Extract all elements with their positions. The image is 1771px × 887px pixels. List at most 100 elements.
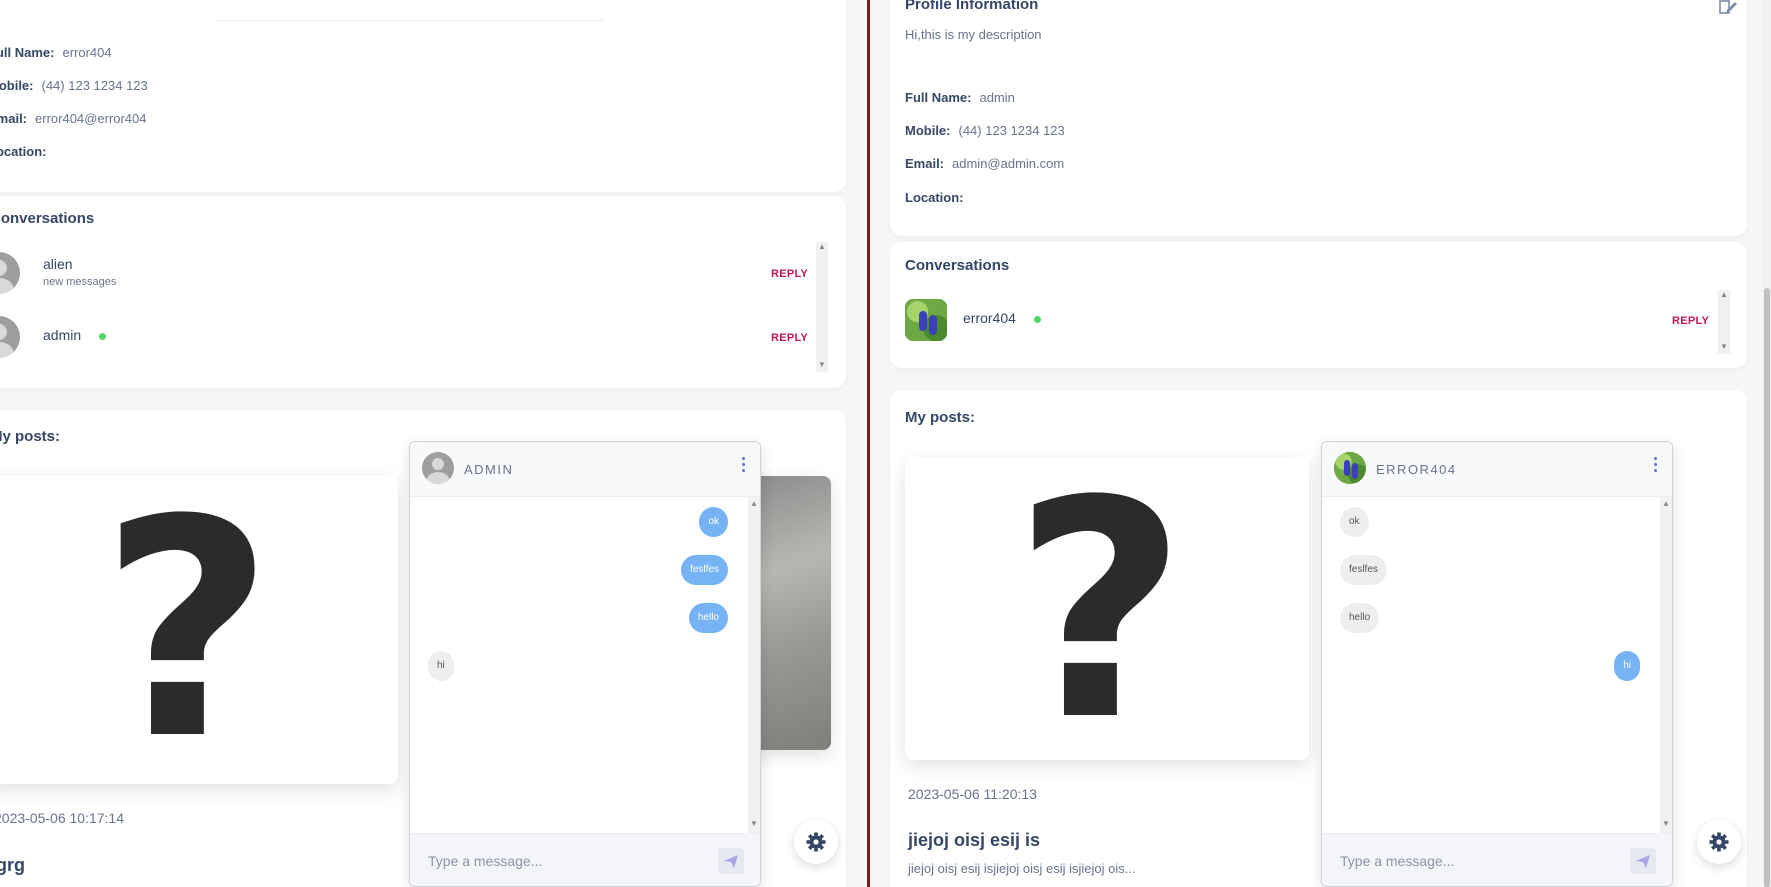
scroll-down-icon[interactable]: ▼ xyxy=(1720,342,1728,351)
conversation-name: error404 xyxy=(963,310,1016,326)
mobile-row: Mobile: (44) 123 1234 123 xyxy=(905,123,1065,138)
post-image[interactable]: ? xyxy=(905,457,1309,760)
more-icon[interactable] xyxy=(742,457,746,477)
online-indicator xyxy=(1034,316,1041,323)
page-scrollbar[interactable] xyxy=(1763,0,1771,887)
post-date: 2023-05-06 11:20:13 xyxy=(908,786,1037,802)
scroll-down-icon[interactable]: ▼ xyxy=(818,360,826,369)
full-name-label: Full Name: xyxy=(905,90,972,105)
email-row: Email: admin@admin.com xyxy=(905,156,1064,171)
conversation-name: admin xyxy=(43,327,82,343)
conversations-title: Conversations xyxy=(0,210,95,227)
conversations-scrollbar[interactable]: ▲ ▼ xyxy=(1718,290,1730,354)
settings-button[interactable] xyxy=(1697,820,1741,864)
avatar xyxy=(0,252,20,294)
scroll-down-icon[interactable]: ▼ xyxy=(1662,819,1670,828)
avatar xyxy=(905,299,947,341)
full-name-value: admin xyxy=(979,90,1015,105)
location-row: Location: xyxy=(0,144,55,159)
chat-message: hello xyxy=(1340,603,1380,633)
posts-title: My posts: xyxy=(905,409,976,426)
conversations-card: Conversations alien new messages REPLY a… xyxy=(0,196,846,388)
email-row: Email: error404@error404 xyxy=(0,111,147,126)
chat-header: ERROR404 xyxy=(1322,442,1672,497)
edit-icon[interactable] xyxy=(1719,0,1737,16)
chat-messages: ok feslfes hello hi ▲ ▼ xyxy=(410,497,760,833)
scroll-up-icon[interactable]: ▲ xyxy=(750,499,758,508)
chat-input-bar xyxy=(410,833,760,886)
email-label: Email: xyxy=(905,156,945,171)
settings-button[interactable] xyxy=(794,820,838,864)
send-button[interactable] xyxy=(1630,848,1656,874)
chat-message: hi xyxy=(1614,651,1640,681)
question-icon: ? xyxy=(1013,457,1188,760)
chat-input-bar xyxy=(1322,833,1672,886)
gear-icon xyxy=(806,832,826,852)
full-name-label: Full Name: xyxy=(0,45,55,60)
chat-message: ok xyxy=(699,507,728,537)
profile-card: Full Name: error404 Mobile: (44) 123 1234 … xyxy=(0,0,846,192)
chat-header: ADMIN xyxy=(410,442,760,497)
send-button[interactable] xyxy=(718,848,744,874)
chat-title: ERROR404 xyxy=(1376,462,1457,477)
reply-button[interactable]: REPLY xyxy=(771,268,808,280)
send-icon xyxy=(1636,855,1650,868)
avatar xyxy=(0,316,20,358)
gear-icon xyxy=(1709,832,1729,852)
chat-scrollbar[interactable]: ▲ ▼ xyxy=(1660,497,1672,833)
divider-line xyxy=(215,20,605,21)
mobile-label: Mobile: xyxy=(905,123,951,138)
avatar xyxy=(1334,452,1366,484)
post-description: jiejoj oisj esij isjiejoj oisj esij isji… xyxy=(908,861,1136,876)
reply-button[interactable]: REPLY xyxy=(1672,315,1709,327)
conversations-title: Conversations xyxy=(905,257,1010,274)
post-image[interactable]: ? xyxy=(0,476,398,784)
post-title[interactable]: grg xyxy=(0,855,25,876)
scroll-up-icon[interactable]: ▲ xyxy=(1662,499,1670,508)
scroll-up-icon[interactable]: ▲ xyxy=(1720,290,1728,299)
profile-description: Hi,this is my description xyxy=(905,27,1042,42)
chat-window-error404: ERROR404 ok feslfes hello hi ▲ ▼ xyxy=(1321,441,1673,887)
question-icon: ? xyxy=(100,476,275,784)
chat-window-admin: ADMIN ok feslfes hello hi ▲ ▼ xyxy=(409,441,761,887)
more-icon[interactable] xyxy=(1654,457,1658,477)
message-input[interactable] xyxy=(1340,848,1590,874)
conversation-name: alien xyxy=(43,256,73,272)
chat-message: hi xyxy=(428,651,454,681)
avatar xyxy=(422,452,454,484)
full-name-row: Full Name: error404 xyxy=(0,45,112,60)
online-indicator xyxy=(99,333,106,340)
location-label: Location: xyxy=(905,190,964,205)
location-label: Location: xyxy=(0,144,47,159)
profile-heading: Profile Information xyxy=(905,0,1039,13)
chat-scrollbar[interactable]: ▲ ▼ xyxy=(748,497,760,833)
email-value: error404@error404 xyxy=(35,111,147,126)
right-pane: Profile Information Hi,this is my descri… xyxy=(870,0,1771,887)
conversation-subtext: new messages xyxy=(43,276,117,288)
conversations-card: Conversations error404 REPLY ▲ ▼ xyxy=(890,242,1747,368)
chat-messages: ok feslfes hello hi ▲ ▼ xyxy=(1322,497,1672,833)
location-row: Location: xyxy=(905,190,972,205)
full-name-row: Full Name: admin xyxy=(905,90,1015,105)
email-value: admin@admin.com xyxy=(952,156,1065,171)
chat-title: ADMIN xyxy=(464,462,514,477)
mobile-value: (44) 123 1234 123 xyxy=(41,78,148,93)
message-input[interactable] xyxy=(428,848,678,874)
scroll-up-icon[interactable]: ▲ xyxy=(818,242,826,251)
mobile-row: Mobile: (44) 123 1234 123 xyxy=(0,78,148,93)
mobile-value: (44) 123 1234 123 xyxy=(958,123,1065,138)
chat-message: ok xyxy=(1340,507,1369,537)
chat-message: feslfes xyxy=(681,555,728,585)
post-date: 2023-05-06 10:17:14 xyxy=(0,810,124,826)
scroll-down-icon[interactable]: ▼ xyxy=(750,819,758,828)
posts-title: My posts: xyxy=(0,428,61,445)
reply-button[interactable]: REPLY xyxy=(771,332,808,344)
post-title[interactable]: jiejoj oisj esij is xyxy=(908,830,1040,851)
page-scrollbar-thumb[interactable] xyxy=(1764,288,1770,887)
chat-message: feslfes xyxy=(1340,555,1387,585)
profile-card: Profile Information Hi,this is my descri… xyxy=(890,0,1747,236)
conversations-scrollbar[interactable]: ▲ ▼ xyxy=(816,242,828,372)
send-icon xyxy=(724,855,738,868)
email-label: Email: xyxy=(0,111,28,126)
chat-message: hello xyxy=(688,603,728,633)
